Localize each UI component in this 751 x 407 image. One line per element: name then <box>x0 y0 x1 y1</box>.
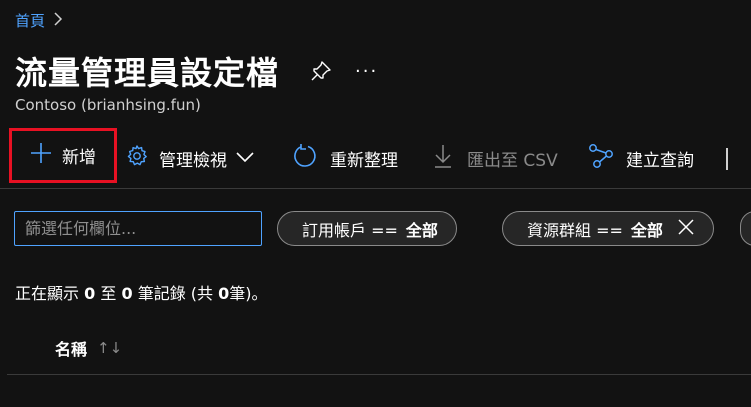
export-csv-button[interactable]: 匯出至 CSV <box>433 140 558 176</box>
records-prefix: 正在顯示 <box>15 284 80 303</box>
column-header-name[interactable]: 名稱 ↑↓ <box>55 336 122 360</box>
add-button-label: 新增 <box>62 148 96 168</box>
subscription-filter-label: 訂用帳戶 == <box>302 220 398 240</box>
sort-icon: ↑↓ <box>97 339 123 357</box>
refresh-icon <box>292 143 318 174</box>
gear-icon <box>125 144 149 173</box>
subscription-filter-value: 全部 <box>405 220 438 240</box>
page-title: 流量管理員設定檔 <box>15 54 280 92</box>
export-csv-label: 匯出至 CSV <box>467 150 558 171</box>
refresh-label: 重新整理 <box>330 150 398 171</box>
breadcrumb: 首頁 <box>15 10 63 31</box>
resource-group-filter-label: 資源群組 == <box>527 220 623 240</box>
toolbar-separator <box>726 148 728 170</box>
manage-view-label: 管理檢視 <box>159 150 227 171</box>
page-subtitle: Contoso (brianhsing.fun) <box>15 96 201 114</box>
records-total: 0 <box>218 284 230 303</box>
pin-icon[interactable] <box>309 59 333 83</box>
create-query-label: 建立查詢 <box>626 150 694 171</box>
filter-input[interactable] <box>14 211 262 246</box>
create-query-button[interactable]: 建立查詢 <box>588 140 694 176</box>
more-filters-pill[interactable] <box>740 211 751 246</box>
manage-view-button[interactable]: 管理檢視 <box>125 140 255 176</box>
title-row: 流量管理員設定檔 ··· <box>15 48 378 94</box>
records-suffix: 筆記錄 (共 <box>137 284 214 303</box>
records-from: 0 <box>84 284 96 303</box>
refresh-button[interactable]: 重新整理 <box>292 140 398 176</box>
column-header-name-label: 名稱 <box>55 340 88 359</box>
record-count: 正在顯示 0 至 0 筆記錄 (共 0筆)。 <box>15 280 268 304</box>
table-header-divider <box>7 374 751 375</box>
subscription-filter-pill[interactable]: 訂用帳戶 == 全部 <box>277 211 457 246</box>
breadcrumb-home-link[interactable]: 首頁 <box>15 10 45 31</box>
more-icon[interactable]: ··· <box>355 61 378 82</box>
download-icon <box>433 143 453 174</box>
chevron-down-icon <box>235 148 255 168</box>
records-to-word: 至 <box>100 284 117 303</box>
resource-group-filter-value: 全部 <box>630 220 663 240</box>
close-icon[interactable] <box>677 218 695 240</box>
chevron-right-icon <box>53 11 63 30</box>
share-icon <box>588 143 614 174</box>
command-bar: 新增 管理檢視 重新整理 匯出至 CSV 建立查詢 <box>0 128 751 189</box>
records-to: 0 <box>121 284 133 303</box>
add-button[interactable]: 新增 <box>9 128 117 183</box>
resource-group-filter-pill[interactable]: 資源群組 == 全部 <box>502 211 714 246</box>
records-end: 筆)。 <box>229 284 268 303</box>
plus-icon <box>30 142 52 169</box>
